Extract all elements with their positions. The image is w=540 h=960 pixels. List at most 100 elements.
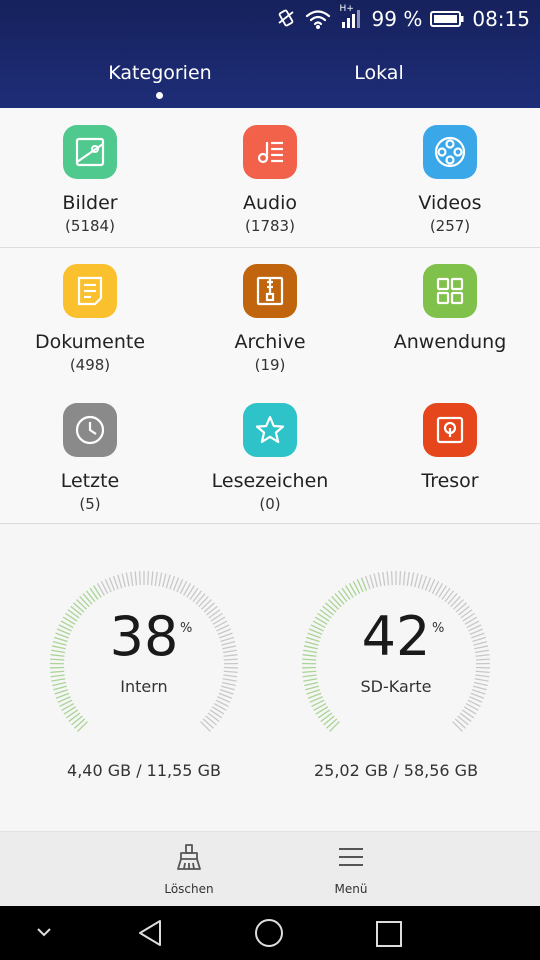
music-list-icon [243, 125, 297, 179]
system-nav-bar [0, 906, 540, 960]
recent-apps-icon[interactable] [375, 920, 403, 948]
gauge-tick [150, 571, 154, 586]
percent-sign: % [180, 621, 193, 636]
gauge-tick [112, 575, 119, 590]
divider [0, 247, 540, 248]
category-count: (0) [259, 495, 281, 513]
back-icon[interactable] [136, 918, 166, 948]
status-bar: H+ 99 % 08:15 [0, 0, 540, 38]
clean-button[interactable]: Löschen [129, 842, 249, 896]
gauge-tick [202, 718, 214, 729]
gauge-tick [162, 573, 167, 588]
gauge-tick [329, 721, 340, 732]
gauge-tick [475, 670, 490, 674]
image-icon [63, 125, 117, 179]
bottom-toolbar: Löschen Menü [0, 831, 540, 906]
gauge-tick [377, 572, 382, 587]
safe-icon [423, 403, 477, 457]
category-count: (257) [429, 217, 471, 235]
category-videos[interactable]: Videos (257) [360, 125, 540, 235]
category-name: Lesezeichen [211, 470, 329, 492]
category-dokumente[interactable]: Dokumente (498) [0, 264, 180, 374]
broom-icon [177, 844, 201, 870]
clean-label: Löschen [164, 882, 214, 896]
gauge-tick [77, 721, 88, 732]
category-bilder[interactable]: Bilder (5184) [0, 125, 180, 235]
tab-lokal[interactable]: Lokal [299, 62, 459, 84]
category-count: (5) [79, 495, 101, 513]
gauge-tick [447, 593, 458, 605]
gauge-tick [302, 670, 317, 674]
signal-icon: H+ [340, 4, 364, 30]
gauge-tick [50, 670, 65, 674]
gauge-tick [130, 571, 134, 586]
vibrate-icon [277, 9, 294, 27]
gauge-tick [402, 571, 406, 586]
gauge-tick [399, 571, 402, 586]
gauge-tick [452, 721, 463, 732]
gauge-tick [390, 571, 393, 586]
gauge-tick [195, 593, 206, 605]
gauge-tick [121, 573, 126, 588]
home-icon[interactable] [254, 918, 284, 948]
category-lesezeichen[interactable]: Lesezeichen (0) [180, 403, 360, 513]
category-name: Anwendung [393, 331, 507, 353]
battery-icon [430, 11, 464, 27]
clock-icon [63, 403, 117, 457]
storage-label: SD-Karte [360, 677, 432, 696]
category-letzte[interactable]: Letzte (5) [0, 403, 180, 513]
category-name: Bilder [62, 192, 118, 214]
tab-bar: Kategorien Lokal [0, 50, 540, 100]
gauge-tick [134, 571, 138, 586]
gauge-tick [154, 571, 158, 586]
divider [0, 523, 540, 524]
clock-time: 08:15 [472, 7, 530, 31]
gauge-tick [410, 572, 415, 587]
storage-section: 38 % Intern 4,40 GB / 11,55 GB 42 % SD-K… [0, 525, 540, 831]
document-icon [63, 264, 117, 318]
gauge-tick [169, 575, 176, 590]
active-tab-indicator [156, 92, 163, 99]
star-icon [243, 403, 297, 457]
gauge-tick [323, 715, 335, 726]
category-count: (19) [254, 356, 286, 374]
gauge-tick [205, 715, 217, 726]
storage-percent: 38 [109, 605, 179, 668]
gauge-tick [334, 593, 345, 605]
gauge-tick [326, 718, 338, 729]
gauge-tick [417, 574, 423, 589]
archive-zip-icon [243, 264, 297, 318]
category-name: Tresor [421, 470, 479, 492]
category-name: Letzte [60, 470, 120, 492]
chevron-down-icon[interactable] [34, 924, 54, 940]
gauge-tick [223, 670, 238, 674]
apps-grid-icon [423, 264, 477, 318]
tab-kategorien[interactable]: Kategorien [80, 62, 240, 84]
gauge-tick [71, 715, 83, 726]
gauge-tick [454, 718, 466, 729]
category-audio[interactable]: Audio (1783) [180, 125, 360, 235]
film-reel-icon [423, 125, 477, 179]
menu-button[interactable]: Menü [291, 842, 411, 896]
storage-gauge-intern[interactable]: 38 % Intern [44, 565, 244, 765]
category-name: Dokumente [34, 331, 146, 353]
gauge-tick [200, 721, 211, 732]
percent-sign: % [432, 621, 445, 636]
gauge-tick [382, 571, 386, 586]
storage-gauge-sd[interactable]: 42 % SD-Karte [296, 565, 496, 765]
gauge-tick [414, 573, 419, 588]
category-tresor[interactable]: Tresor [360, 403, 540, 493]
storage-capacity: 25,02 GB / 58,56 GB [313, 761, 479, 780]
gauge-tick [147, 571, 150, 586]
gauge-tick [369, 574, 375, 589]
gauge-tick [386, 571, 390, 586]
category-name: Audio [242, 192, 297, 214]
category-anwendung[interactable]: Anwendung [360, 264, 540, 354]
gauge-tick [74, 718, 86, 729]
category-archive[interactable]: Archive (19) [180, 264, 360, 374]
category-count: (1783) [245, 217, 295, 235]
gauge-tick [125, 572, 130, 587]
category-count: (5184) [65, 217, 115, 235]
storage-percent: 42 [361, 605, 431, 668]
menu-icon [339, 848, 363, 866]
